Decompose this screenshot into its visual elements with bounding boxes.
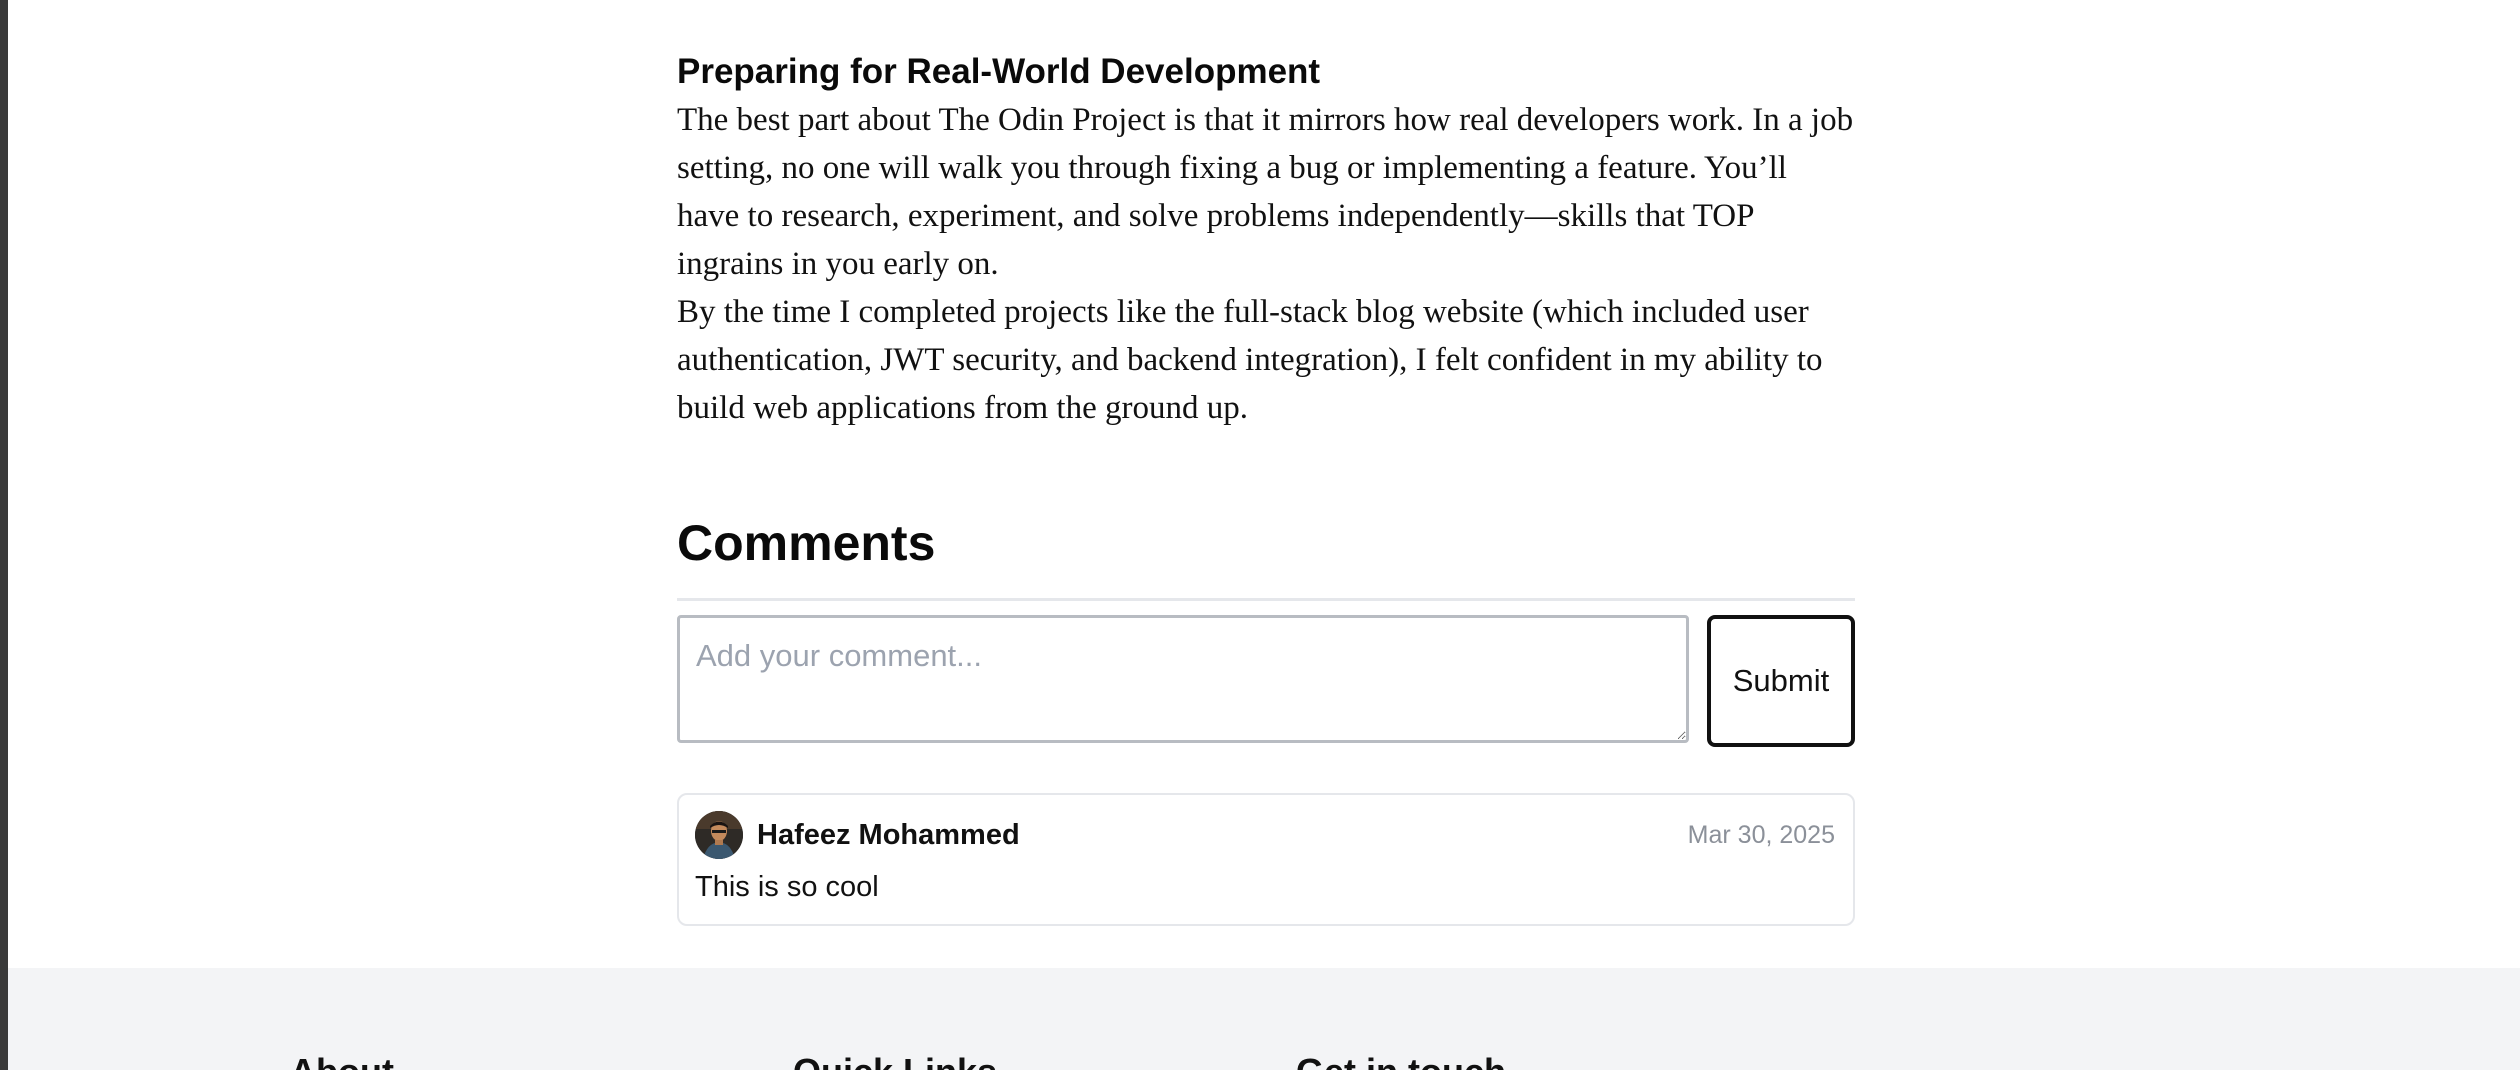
article-paragraph: By the time I completed projects like th… [677,294,1823,426]
blog-post-body: Preparing for Real-World Development The… [677,48,1855,432]
comment-form: Submit [677,615,1855,747]
comment-card: Hafeez Mohammed Mar 30, 2025 This is so … [677,793,1855,926]
article-paragraph: The best part about The Odin Project is … [677,102,1854,282]
comment-date: Mar 30, 2025 [1687,820,1835,849]
comment-author-wrap: Hafeez Mohammed [695,811,1020,859]
avatar [695,811,743,859]
comment-text: This is so cool [695,871,879,903]
window-left-edge [0,0,8,1070]
comments-title: Comments [677,515,936,571]
comments-divider [677,598,1855,601]
submit-button[interactable]: Submit [1707,615,1855,747]
comment-input[interactable] [677,615,1689,743]
user-avatar-icon [695,811,743,859]
comment-author: Hafeez Mohammed [757,818,1020,851]
footer-heading-quick-links: Quick Links [793,1052,997,1070]
section-heading: Preparing for Real-World Development [677,52,1321,91]
comment-header: Hafeez Mohammed Mar 30, 2025 [695,811,1835,859]
footer-heading-contact: Get in touch [1296,1052,1506,1070]
footer-heading-about: About [290,1052,394,1070]
comments-section: Comments Submit Hafeez Moh [677,508,1855,926]
site-footer: About Quick Links Get in touch [8,968,2520,1070]
